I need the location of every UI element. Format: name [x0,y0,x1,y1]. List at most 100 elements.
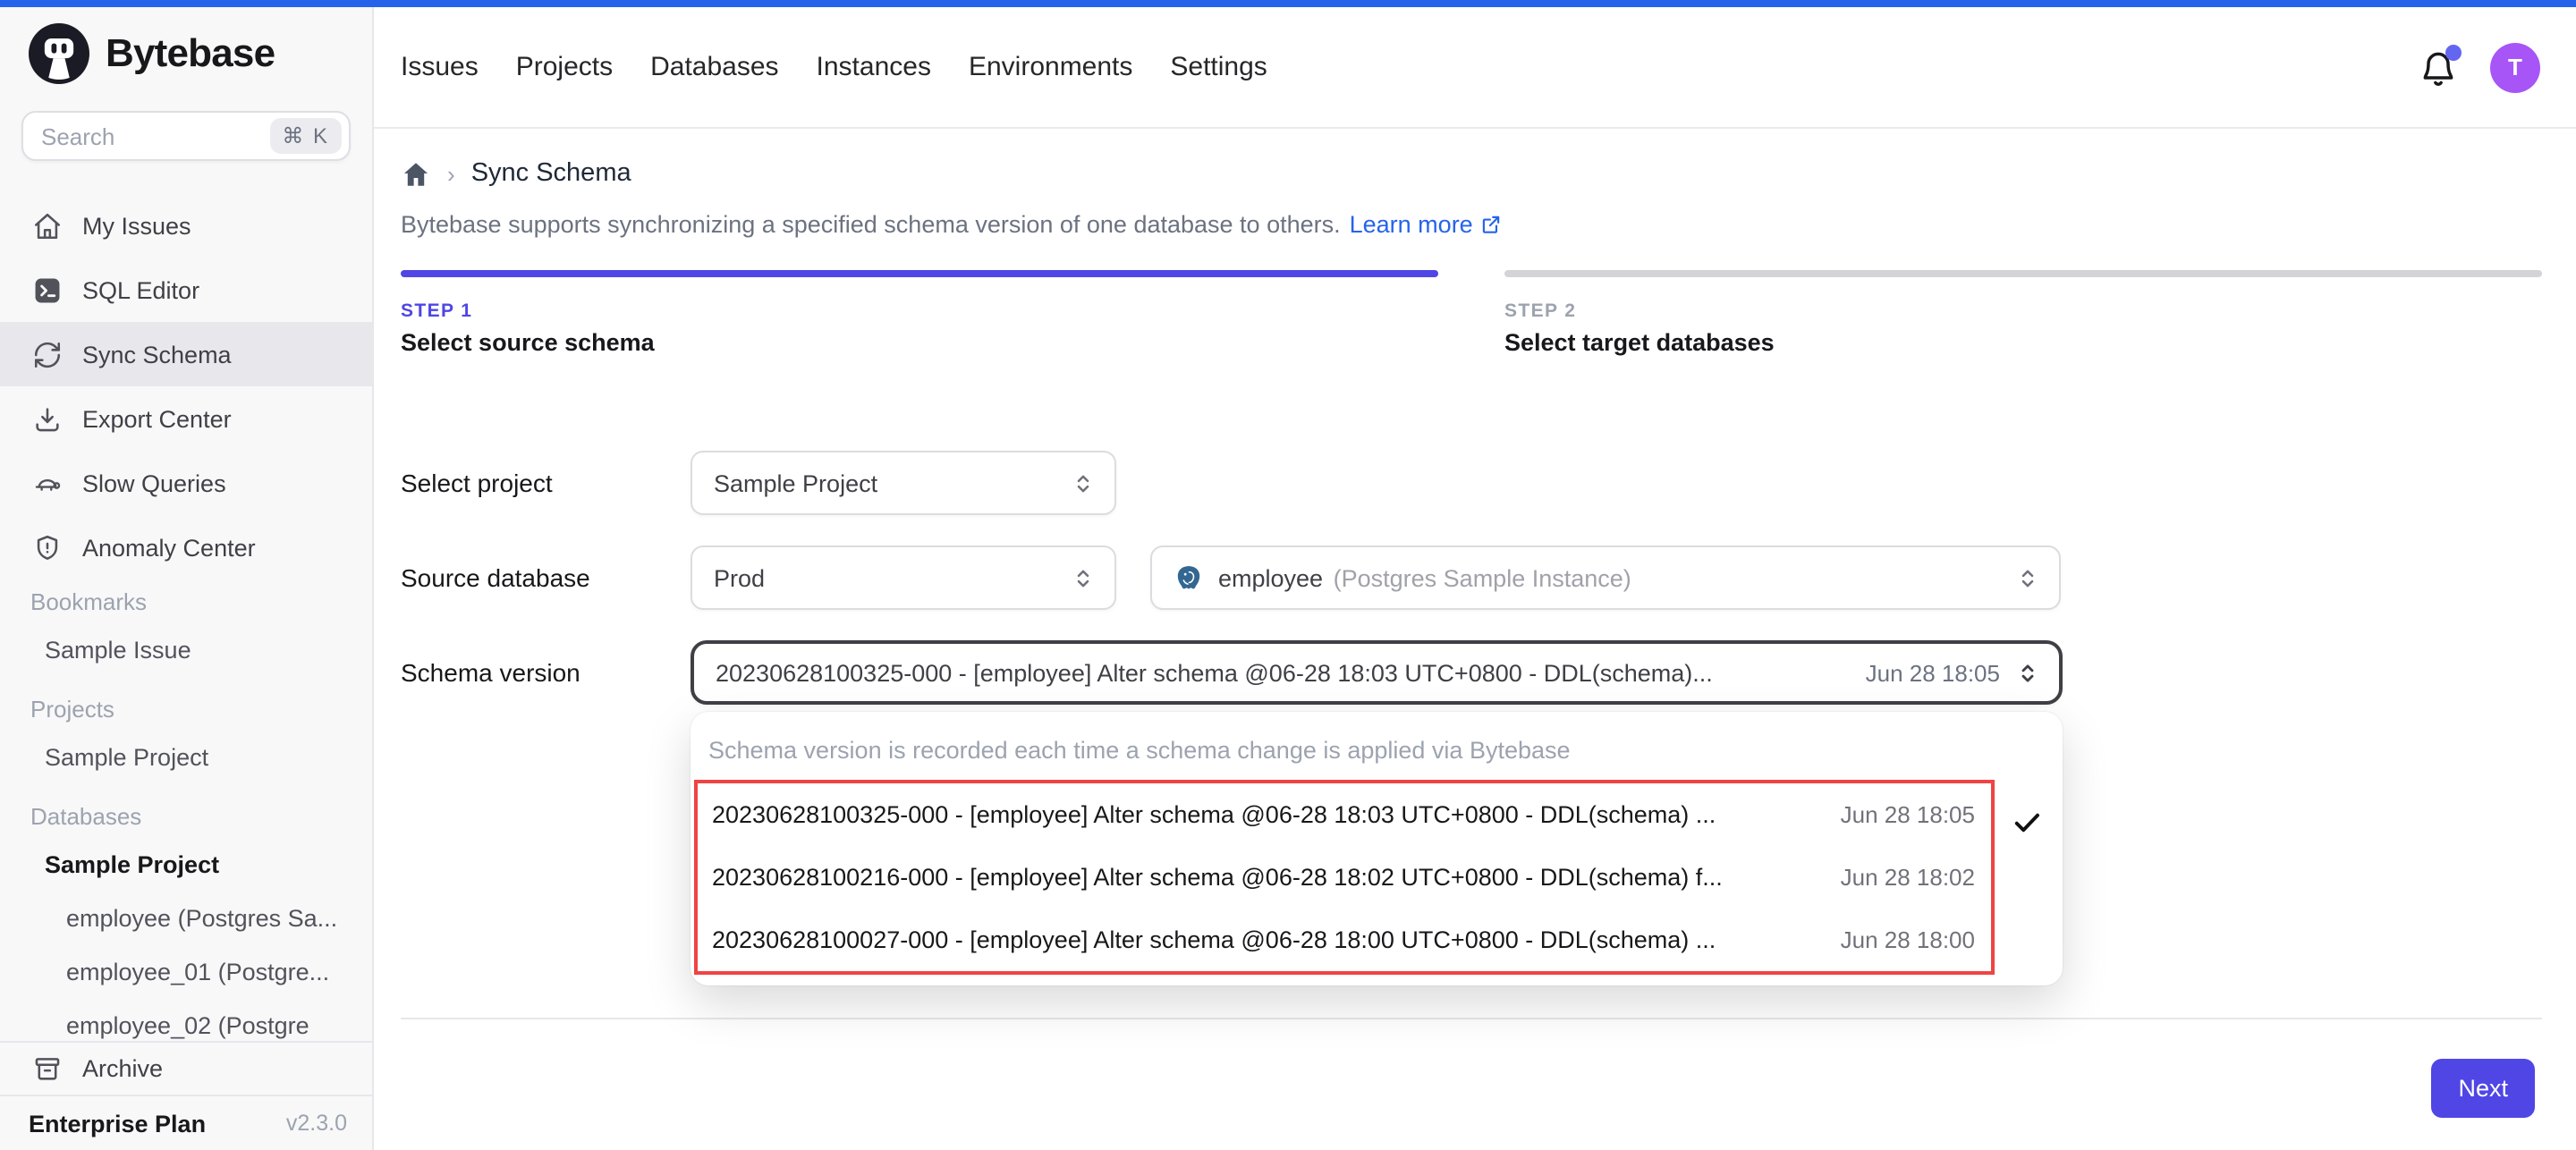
option-text: 20230628100216-000 - [employee] Alter sc… [712,864,1819,891]
search-shortcut-badge: ⌘ K [269,118,342,154]
sync-icon [32,339,63,369]
nav-instances[interactable]: Instances [817,52,931,82]
sidebar-item-sample-project[interactable]: Sample Project [0,730,372,783]
step-2-title: Select target databases [1504,329,2542,356]
option-text: 20230628100325-000 - [employee] Alter sc… [712,801,1819,828]
nav-settings[interactable]: Settings [1170,52,1267,82]
instance-name: (Postgres Sample Instance) [1334,564,1631,591]
environment-select-value: Prod [714,564,1055,591]
step-2-bar [1504,270,2542,277]
option-text: 20230628100027-000 - [employee] Alter sc… [712,926,1819,953]
chevron-up-down-icon [1070,564,1097,591]
avatar[interactable]: T [2490,42,2540,92]
next-button[interactable]: Next [2431,1059,2535,1118]
step-1-label: STEP 1 [401,300,1438,322]
page-description: Bytebase supports synchronizing a specif… [401,207,2542,241]
step-2: STEP 2 Select target databases [1504,270,2542,356]
section-projects: Projects [0,687,372,730]
app-version: v2.3.0 [286,1111,347,1136]
download-icon [32,403,63,434]
sidebar-item-db-sample-project[interactable]: Sample Project [0,837,372,891]
check-icon [2011,807,2043,839]
external-link-icon [1480,213,1504,236]
chevron-up-down-icon [2014,564,2041,591]
nav-projects[interactable]: Projects [516,52,613,82]
sidebar-item-export-center[interactable]: Export Center [0,386,372,451]
archive-icon [32,1053,63,1084]
sidebar-item-sync-schema[interactable]: Sync Schema [0,322,372,386]
logo[interactable]: Bytebase [0,7,372,100]
project-select[interactable]: Sample Project [691,451,1116,515]
logo-text: Bytebase [106,30,275,77]
database-select-value: employee (Postgres Sample Instance) [1218,564,1986,591]
breadcrumb: › Sync Schema [401,154,2542,193]
schema-version-row: Schema version 20230628100325-000 - [emp… [401,640,2542,705]
option-date: Jun 28 18:05 [1841,801,1975,828]
step-2-label: STEP 2 [1504,300,2542,322]
sync-schema-form: Select project Sample Project Source dat… [401,451,2542,705]
app-window: Bytebase Search ⌘ K My Issues SQL Edi [0,0,2576,1150]
chevron-up-down-icon [2014,659,2041,686]
project-select-value: Sample Project [714,469,1055,496]
top-accent-bar [0,0,2576,7]
sidebar-item-label: SQL Editor [82,276,199,303]
schema-version-option-2[interactable]: 20230628100216-000 - [employee] Alter sc… [698,846,1991,909]
sidebar-item-db-employee-01[interactable]: employee_01 (Postgre... [0,944,372,998]
sidebar-item-sample-issue[interactable]: Sample Issue [0,622,372,676]
footer-actions: Next [401,1059,2542,1118]
sidebar-item-my-issues[interactable]: My Issues [0,193,372,258]
step-1: STEP 1 Select source schema [401,270,1438,356]
sidebar-item-sql-editor[interactable]: SQL Editor [0,258,372,322]
schema-version-select[interactable]: 20230628100325-000 - [employee] Alter sc… [691,640,2063,705]
sidebar-item-db-employee-02[interactable]: employee_02 (Postgre [0,998,372,1041]
description-text: Bytebase supports synchronizing a specif… [401,207,1341,241]
database-name: employee [1218,564,1323,591]
sidebar-item-label: Export Center [82,405,232,432]
search-input[interactable]: Search ⌘ K [21,111,351,161]
top-nav: Issues Projects Databases Instances Envi… [374,7,2576,129]
sidebar-item-label: Anomaly Center [82,534,256,561]
learn-more-link[interactable]: Learn more [1350,207,1504,241]
schema-version-option-3[interactable]: 20230628100027-000 - [employee] Alter sc… [698,909,1991,971]
sidebar-item-anomaly-center[interactable]: Anomaly Center [0,515,372,579]
schema-version-value: 20230628100325-000 - [employee] Alter sc… [716,659,1844,686]
nav-environments[interactable]: Environments [969,52,1132,82]
chevron-up-down-icon [1070,469,1097,496]
sidebar-item-archive[interactable]: Archive [0,1041,372,1095]
notification-dot [2445,44,2462,60]
breadcrumb-chevron-icon: › [447,160,455,187]
sidebar-item-label: Sync Schema [82,341,232,368]
breadcrumb-page: Sync Schema [471,159,631,188]
nav-databases[interactable]: Databases [650,52,778,82]
terminal-icon [32,275,63,305]
sidebar-item-slow-queries[interactable]: Slow Queries [0,451,372,515]
bytebase-logo-icon [29,23,89,84]
annotation-red-box: 20230628100325-000 - [employee] Alter sc… [694,780,1995,975]
search-placeholder: Search [41,123,269,149]
postgres-icon [1174,562,1204,593]
step-indicator: STEP 1 Select source schema STEP 2 Selec… [401,270,2542,356]
select-project-label: Select project [401,469,691,497]
sidebar-item-label: My Issues [82,212,191,239]
source-database-row: Source database Prod [401,545,2542,610]
notification-bell-icon[interactable] [2419,47,2458,87]
schema-version-dropdown: Schema version is recorded each time a s… [691,712,2063,985]
environment-select[interactable]: Prod [691,545,1116,610]
sidebar-item-db-employee[interactable]: employee (Postgres Sa... [0,891,372,944]
sidebar: Bytebase Search ⌘ K My Issues SQL Edi [0,7,374,1150]
plan-name: Enterprise Plan [29,1110,206,1137]
schema-version-option-1[interactable]: 20230628100325-000 - [employee] Alter sc… [698,783,1991,846]
step-1-title: Select source schema [401,329,1438,356]
learn-more-label: Learn more [1350,207,1473,241]
sidebar-tree: Bookmarks Sample Issue Projects Sample P… [0,579,372,1041]
sidebar-nav: My Issues SQL Editor Sync Schema [0,193,372,579]
nav-issues[interactable]: Issues [401,52,479,82]
schema-version-label: Schema version [401,658,691,687]
section-databases: Databases [0,794,372,837]
home-icon [32,210,63,241]
breadcrumb-home-icon[interactable] [401,158,431,189]
database-select[interactable]: employee (Postgres Sample Instance) [1150,545,2061,610]
schema-version-date: Jun 28 18:05 [1866,659,2000,686]
footer-divider [401,1018,2542,1019]
option-date: Jun 28 18:02 [1841,864,1975,891]
